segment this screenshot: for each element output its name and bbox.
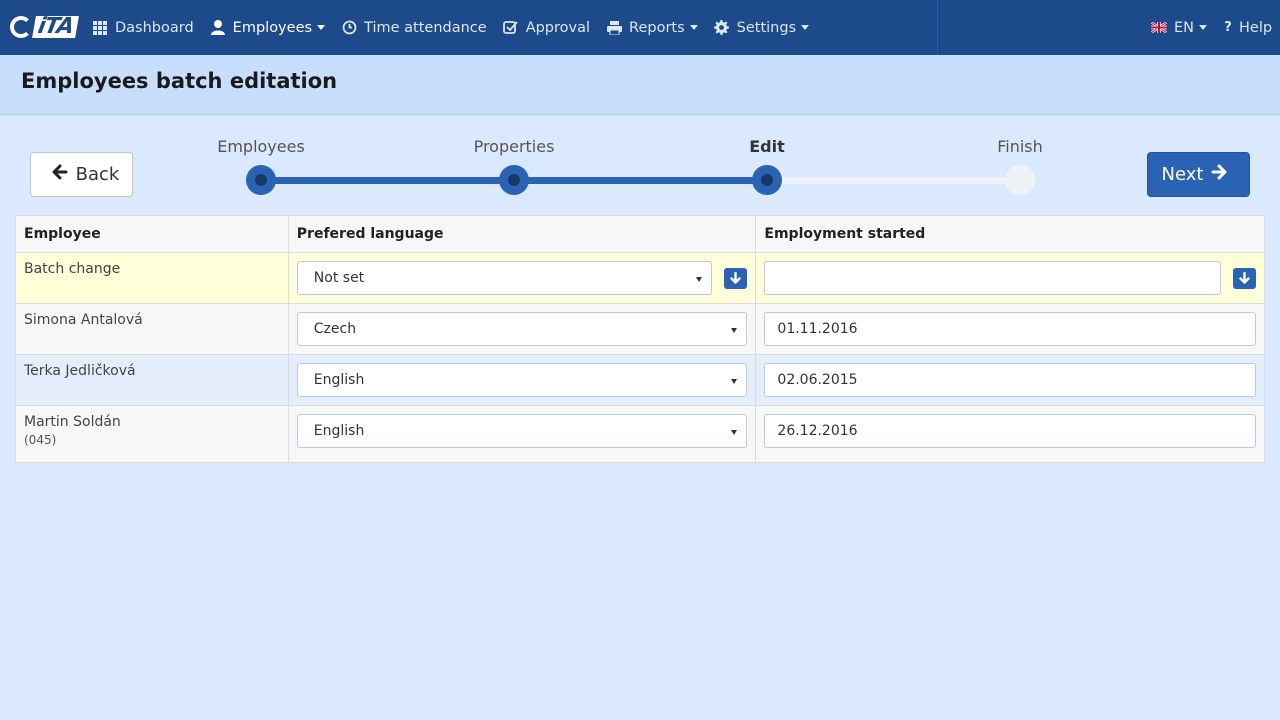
employment-started-input[interactable]: 01.11.2016	[764, 312, 1256, 346]
nav-label-dashboard: Dashboard	[115, 19, 194, 36]
started-cell: 01.11.2016	[755, 303, 1265, 355]
nav-item-settings[interactable]: Settings	[706, 0, 817, 55]
back-button[interactable]: Back	[30, 152, 133, 197]
help-link[interactable]: ? Help	[1215, 0, 1280, 55]
dropdown-arrow-icon	[731, 430, 738, 435]
right-nav: EN ? Help	[1143, 0, 1280, 55]
language-label: EN	[1174, 19, 1195, 36]
step-dot-edit[interactable]	[752, 165, 782, 195]
nav-item-reports[interactable]: Reports	[598, 0, 706, 55]
step-label-employees: Employees	[217, 137, 305, 156]
employee-name: Terka Jedličková	[24, 363, 136, 379]
step-label-properties: Properties	[473, 137, 555, 156]
arrow-left-icon	[52, 164, 68, 185]
chevron-down-icon	[317, 25, 326, 30]
language-cell: English	[287, 354, 757, 406]
batch-employment-started-input[interactable]	[764, 261, 1221, 295]
step-label-finish: Finish	[997, 137, 1043, 156]
employment-started-input[interactable]: 02.06.2015	[764, 363, 1256, 397]
user-icon	[210, 20, 226, 36]
app-logo[interactable]: iTA	[10, 14, 79, 39]
column-header-employment-started: Employment started	[755, 215, 1265, 253]
apply-date-to-all-button[interactable]	[1233, 267, 1256, 289]
dropdown-arrow-icon	[696, 277, 703, 282]
step-label-edit: Edit	[749, 137, 785, 156]
employee-code: (045)	[24, 433, 57, 447]
arrow-down-icon	[730, 272, 742, 284]
started-value: 01.11.2016	[777, 321, 858, 337]
check-icon	[503, 20, 519, 36]
language-select[interactable]: Czech	[296, 312, 748, 346]
batch-started-cell	[755, 252, 1265, 304]
step-dot-properties[interactable]	[499, 165, 529, 195]
uk-flag-icon	[1151, 20, 1167, 36]
help-label: Help	[1239, 19, 1273, 36]
language-select[interactable]: English	[296, 363, 748, 397]
language-cell: English	[287, 405, 757, 463]
nav-label-approval: Approval	[525, 19, 591, 36]
dropdown-arrow-icon	[731, 379, 738, 384]
batch-language-value: Not set	[313, 270, 365, 286]
logo-ring-icon	[10, 16, 32, 38]
question-icon: ?	[1224, 20, 1232, 35]
table-row: Martin Soldán (045) English 26.12.2016	[15, 405, 1265, 463]
employee-name: Martin Soldán	[24, 414, 121, 430]
chevron-down-icon	[689, 25, 698, 30]
language-value: English	[313, 423, 365, 439]
batch-language-cell: Not set	[287, 252, 757, 304]
chevron-down-icon	[801, 25, 810, 30]
nav-item-employees[interactable]: Employees	[202, 0, 333, 55]
back-label: Back	[75, 164, 120, 185]
started-value: 02.06.2015	[777, 372, 858, 388]
batch-language-select[interactable]: Not set	[296, 261, 713, 295]
employee-name: Simona Antalová	[24, 312, 143, 328]
grid-icon	[92, 20, 108, 36]
progress-track-remaining	[767, 177, 1020, 184]
batch-edit-table: Employee Prefered language Employment st…	[15, 215, 1265, 463]
started-value: 26.12.2016	[777, 423, 858, 439]
nav-label-employees: Employees	[232, 19, 313, 36]
gear-icon	[714, 20, 730, 36]
printer-icon	[606, 20, 622, 36]
page-title: Employees batch editation	[21, 69, 338, 93]
language-value: Czech	[313, 321, 357, 337]
nav-item-approval[interactable]: Approval	[495, 0, 598, 55]
clock-icon	[341, 20, 357, 36]
arrow-down-icon	[1239, 272, 1250, 284]
nav-label-time-attendance: Time attendance	[364, 19, 487, 36]
language-selector[interactable]: EN	[1143, 0, 1215, 55]
next-button[interactable]: Next	[1147, 152, 1250, 197]
column-header-language: Prefered language	[287, 215, 757, 253]
nav-label-settings: Settings	[736, 19, 797, 36]
employee-cell: Terka Jedličková	[15, 354, 289, 406]
employee-cell: Simona Antalová	[15, 303, 289, 355]
chevron-down-icon	[1199, 25, 1208, 30]
column-header-employee: Employee	[15, 215, 289, 253]
nav-label-reports: Reports	[629, 19, 685, 36]
batch-change-label: Batch change	[15, 252, 289, 304]
apply-language-to-all-button[interactable]	[724, 267, 748, 289]
table-row: Simona Antalová Czech 01.11.2016	[15, 303, 1265, 355]
arrow-right-icon	[1211, 164, 1227, 185]
logo-text: iTA	[32, 14, 79, 39]
started-cell: 02.06.2015	[755, 354, 1265, 406]
started-cell: 26.12.2016	[755, 405, 1265, 463]
employment-started-input[interactable]: 26.12.2016	[764, 414, 1256, 448]
batch-change-row: Batch change Not set	[15, 252, 1265, 304]
main-nav: Dashboard Employees Time attendance Appr…	[84, 0, 817, 55]
nav-item-dashboard[interactable]: Dashboard	[84, 0, 202, 55]
employee-cell: Martin Soldán (045)	[15, 405, 289, 463]
dropdown-arrow-icon	[731, 328, 738, 333]
language-cell: Czech	[287, 303, 757, 355]
nav-divider	[937, 0, 938, 55]
page-header: Employees batch editation	[0, 55, 1280, 115]
nav-item-time-attendance[interactable]: Time attendance	[333, 0, 495, 55]
top-navbar: iTA Dashboard Employees Time attendance	[0, 0, 1280, 55]
next-label: Next	[1161, 164, 1204, 185]
step-dot-employees[interactable]	[246, 165, 276, 195]
table-row: Terka Jedličková English 02.06.2015	[15, 354, 1265, 406]
language-value: English	[313, 372, 365, 388]
language-select[interactable]: English	[296, 414, 748, 448]
step-dot-finish	[1005, 165, 1035, 195]
